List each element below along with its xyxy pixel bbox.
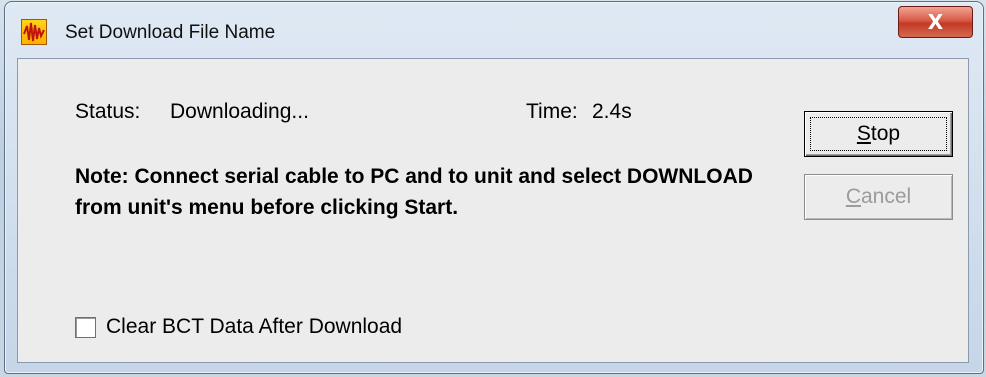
status-label: Status:: [75, 100, 141, 123]
dialog-window: Set Download File Name X Status: Downloa…: [4, 1, 984, 374]
title-bar[interactable]: Set Download File Name X: [5, 2, 983, 58]
status-value: Downloading...: [170, 100, 309, 123]
window-title: Set Download File Name: [65, 22, 276, 43]
close-icon: X: [927, 10, 944, 34]
clear-bct-checkbox[interactable]: [75, 317, 96, 338]
stop-button[interactable]: Stop: [804, 111, 953, 157]
cancel-button[interactable]: Cancel: [804, 174, 953, 220]
cancel-accelerator: C: [845, 185, 861, 208]
cancel-label: ancel: [860, 185, 912, 208]
focus-rectangle: [810, 117, 947, 151]
dialog-body: Status: Downloading... Time: 2.4s Note: …: [17, 58, 969, 363]
time-value: 2.4s: [592, 100, 632, 123]
instruction-note: Note: Connect serial cable to PC and to …: [75, 165, 753, 219]
close-button[interactable]: X: [898, 6, 973, 38]
app-icon: [21, 19, 47, 45]
clear-bct-label[interactable]: Clear BCT Data After Download: [106, 315, 402, 339]
time-label: Time:: [526, 100, 578, 123]
